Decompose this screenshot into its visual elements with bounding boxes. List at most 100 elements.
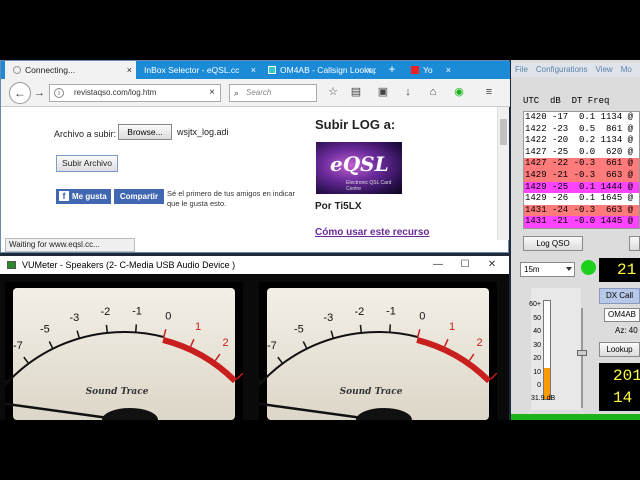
search-icon: ⌕ (234, 88, 240, 98)
meter-tick-label: 10 (533, 368, 541, 376)
file-label: Archivo a subir: (54, 129, 117, 139)
browse-button[interactable]: Browse... (118, 124, 172, 140)
wsjtx-window: File Configurations View Mo UTC dB DT Freq … (511, 60, 640, 420)
menu-configurations[interactable]: Configurations (532, 63, 592, 76)
new-tab-button[interactable]: + (385, 61, 399, 79)
submit-file-button[interactable]: Subir Archivo (56, 155, 118, 172)
decode-row[interactable]: 1429 -25 0.1 1444 @ (524, 181, 639, 194)
reading-list-icon[interactable]: ▤ (349, 85, 363, 99)
scale-tick (330, 330, 335, 339)
facebook-share-button[interactable]: Compartir (114, 189, 164, 204)
search-input[interactable]: ⌕ Search (229, 84, 317, 102)
clock-time: 14 (613, 389, 633, 407)
menu-file[interactable]: File (511, 63, 532, 76)
meter-tick-label: 20 (533, 355, 541, 362)
tab-inbox-selector[interactable]: InBox Selector - eQSL.cc × (136, 61, 260, 79)
menu-mode[interactable]: Mo (617, 63, 636, 76)
tab-connecting[interactable]: Connecting... × (5, 61, 136, 79)
info-icon[interactable]: i (54, 88, 64, 98)
tab-youtube[interactable]: Yo × (403, 61, 455, 79)
meter-tick-label: 40 (533, 328, 541, 335)
scale-tick (302, 341, 308, 350)
decode-row[interactable]: 1431 -21 -0.0 1445 @ (524, 216, 639, 228)
scale-tick (134, 324, 138, 333)
chevron-down-icon (566, 267, 572, 271)
decode-row[interactable]: 1427 -22 -0.3 661 @ (524, 158, 639, 170)
dx-call-input[interactable]: OM4AB (604, 308, 640, 322)
social-text: Sé el primero de tus amigos en indicar q… (167, 189, 295, 208)
close-icon[interactable]: × (251, 61, 256, 79)
meter-tick-label: 0 (537, 382, 541, 389)
scale-label: -1 (132, 305, 142, 317)
azimuth-readout: Az: 40 (615, 326, 638, 335)
scale-label: -1 (386, 305, 396, 317)
page-content: Archivo a subir: Browse... wsjtx_log.adi… (1, 107, 497, 240)
close-icon[interactable]: × (446, 61, 451, 79)
app-icon (7, 261, 16, 269)
log-qso-button[interactable]: Log QSO (523, 236, 583, 251)
search-placeholder: Search (246, 88, 272, 97)
lookup-button[interactable]: Lookup (599, 342, 640, 357)
power-slider[interactable] (577, 308, 587, 408)
how-to-link[interactable]: Cómo usar este recurso (315, 227, 430, 238)
decode-row[interactable]: 1431 -24 -0.3 663 @ (524, 204, 639, 217)
page-scrollbar[interactable] (497, 107, 509, 240)
dx-call-label: DX Call (599, 288, 640, 304)
status-bar: Waiting for www.eqsl.cc... (5, 238, 135, 252)
decode-row[interactable]: 1429 -21 -0.3 663 @ (524, 169, 639, 182)
scale-tick (105, 324, 109, 333)
extension-icon[interactable]: ◉ (452, 85, 466, 99)
facebook-like-button[interactable]: f Me gusta (56, 189, 111, 204)
back-button[interactable]: ← (9, 82, 31, 104)
tab-callsign-lookup[interactable]: OM4AB - Callsign Lookup × (260, 61, 376, 79)
decode-row[interactable]: 1422 -20 0.2 1134 @ (524, 135, 639, 147)
stop-button[interactable] (629, 236, 640, 251)
desktop: File Configurations View Mo UTC dB DT Freq … (0, 60, 640, 420)
library-icon[interactable]: ▣ (376, 85, 390, 99)
scale-label: 0 (165, 311, 171, 323)
menu-icon[interactable]: ≡ (482, 85, 496, 99)
selected-file-name: wsjtx_log.adi (177, 127, 229, 137)
meter-tick-label: 50 (533, 314, 541, 322)
decode-row[interactable]: 1422 -23 0.5 861 @ (524, 123, 639, 136)
decode-row[interactable]: 1420 -17 0.1 1134 @ (524, 112, 639, 124)
home-icon[interactable]: ⌂ (426, 85, 440, 99)
band-value: 15m (524, 265, 540, 274)
eqsl-logo[interactable]: eQSL Electronic QSL Card Centre (316, 142, 402, 194)
band-select[interactable]: 15m (520, 262, 575, 277)
scroll-thumb[interactable] (500, 119, 507, 145)
decode-row[interactable]: 1429 -26 0.1 1645 @ (524, 193, 639, 205)
needle-pivot (356, 408, 412, 420)
decode-row[interactable]: 1427 -25 0.0 620 @ (524, 146, 639, 159)
scale-label: -7 (13, 340, 23, 352)
forward-button[interactable]: → (34, 87, 45, 99)
scale-label: -5 (294, 324, 304, 336)
close-icon[interactable]: ✕ (482, 257, 502, 273)
vumeter-titlebar: VUMeter - Speakers (2- C-Media USB Audio… (0, 256, 509, 274)
scale-tick (23, 356, 30, 364)
scale-tick (490, 372, 497, 380)
meter-bar (543, 300, 551, 400)
qrz-favicon-icon (268, 66, 276, 74)
decode-list[interactable]: 1420 -17 0.1 1134 @1422 -23 0.5 861 @142… (523, 111, 640, 229)
brand-label: Sound Trace (86, 387, 149, 397)
maximize-icon[interactable]: ☐ (455, 257, 475, 273)
scale-tick (443, 338, 449, 347)
url-bar[interactable]: i revistaqso.com/log.htm × (49, 84, 221, 102)
stop-icon[interactable]: × (209, 85, 215, 101)
scale-tick (277, 356, 284, 364)
scale-label: 2 (223, 337, 229, 349)
menu-view[interactable]: View (591, 63, 616, 76)
tx-status-bar (511, 414, 640, 420)
close-icon[interactable]: × (367, 61, 372, 79)
bookmark-star-icon[interactable]: ☆ (326, 85, 340, 99)
close-icon[interactable]: × (127, 61, 132, 79)
scale-tick (417, 329, 421, 338)
firefox-window: Connecting... × InBox Selector - eQSL.cc ×… (0, 60, 510, 253)
download-icon[interactable]: ↓ (401, 85, 415, 99)
upload-heading: Subir LOG a: (315, 117, 396, 132)
minimize-icon[interactable]: — (428, 257, 448, 273)
scale-label: -5 (40, 324, 50, 336)
slider-handle[interactable] (577, 350, 587, 356)
scale-label: 1 (449, 321, 455, 333)
